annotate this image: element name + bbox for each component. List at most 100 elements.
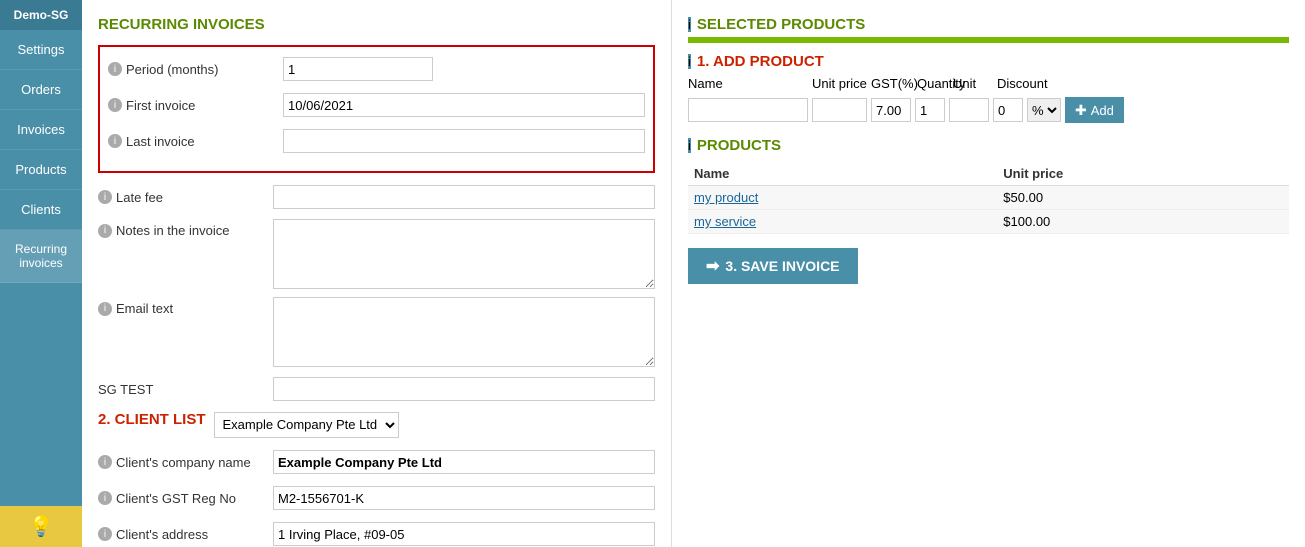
products-info-icon[interactable]: i: [688, 138, 691, 153]
save-invoice-label: 3. SAVE INVOICE: [725, 258, 839, 274]
sidebar-item-invoices[interactable]: Invoices: [0, 110, 82, 150]
client-gst-input[interactable]: [273, 486, 655, 510]
first-invoice-row: i First invoice: [108, 91, 645, 119]
products-header-row: i PRODUCTS: [688, 137, 1289, 154]
add-product-title: 1. ADD PRODUCT: [697, 53, 824, 70]
notes-row: i Notes in the invoice: [98, 219, 655, 289]
products-table: Name Unit price my product$50.00my servi…: [688, 162, 1289, 234]
product-link[interactable]: my product: [694, 190, 758, 205]
client-gst-label: i Client's GST Reg No: [98, 491, 273, 506]
add-product-section: i 1. ADD PRODUCT Name Unit price GST(%) …: [688, 53, 1289, 123]
last-invoice-info-icon[interactable]: i: [108, 134, 122, 148]
client-company-row: i Client's company name: [98, 448, 655, 476]
sg-test-row: SG TEST: [98, 375, 655, 403]
sg-test-input[interactable]: [273, 377, 655, 401]
email-text-row: i Email text: [98, 297, 655, 367]
period-input[interactable]: [283, 57, 433, 81]
late-fee-row: i Late fee: [98, 183, 655, 211]
product-link[interactable]: my service: [694, 214, 756, 229]
right-panel: i SELECTED PRODUCTS i 1. ADD PRODUCT Nam…: [672, 0, 1305, 547]
email-text-textarea[interactable]: [273, 297, 655, 367]
table-row: my service $100.00: [688, 210, 1289, 234]
first-invoice-info-icon[interactable]: i: [108, 98, 122, 112]
last-invoice-input[interactable]: [283, 129, 645, 153]
client-gst-row: i Client's GST Reg No: [98, 484, 655, 512]
table-row: my product $50.00: [688, 186, 1289, 210]
sidebar-item-orders[interactable]: Orders: [0, 70, 82, 110]
ap-discount-header: Discount: [997, 76, 1067, 91]
ap-name-header: Name: [688, 76, 808, 91]
selected-products-header: i SELECTED PRODUCTS: [688, 16, 1289, 33]
sidebar-item-products[interactable]: Products: [0, 150, 82, 190]
save-invoice-arrow-icon: ➡: [706, 256, 719, 276]
first-invoice-label: i First invoice: [108, 98, 283, 113]
sidebar-demo-label: Demo-SG: [0, 0, 82, 30]
ap-gst-header: GST(%): [871, 76, 913, 91]
col-name-header: Name: [688, 162, 997, 186]
recurring-box: i Period (months) i First invoice i Last…: [98, 45, 655, 173]
ap-discount-type-select[interactable]: % $: [1027, 98, 1061, 122]
ap-unit-header: Unit: [953, 76, 993, 91]
ap-price-input[interactable]: [812, 98, 867, 122]
late-fee-input[interactable]: [273, 185, 655, 209]
last-invoice-label: i Last invoice: [108, 134, 283, 149]
client-address-row: i Client's address: [98, 520, 655, 547]
ap-unitprice-header: Unit price: [812, 76, 867, 91]
products-section: i PRODUCTS Name Unit price my product $50…: [688, 137, 1289, 234]
sidebar-item-recurring[interactable]: Recurring invoices: [0, 230, 82, 283]
ap-unit-input[interactable]: [949, 98, 989, 122]
notes-info-icon[interactable]: i: [98, 224, 112, 238]
ap-name-input[interactable]: [688, 98, 808, 122]
first-invoice-input[interactable]: [283, 93, 645, 117]
add-product-button[interactable]: ✚ Add: [1065, 97, 1124, 123]
client-gst-info-icon[interactable]: i: [98, 491, 112, 505]
recurring-invoices-title: RECURRING INVOICES: [98, 16, 655, 33]
period-label: i Period (months): [108, 62, 283, 77]
selected-products-bar: [688, 37, 1289, 43]
product-name-cell[interactable]: my product: [688, 186, 997, 210]
add-product-headers: Name Unit price GST(%) Quantity Unit Dis…: [688, 76, 1289, 91]
ap-qty-input[interactable]: [915, 98, 945, 122]
product-price-cell: $50.00: [997, 186, 1289, 210]
email-text-info-icon[interactable]: i: [98, 302, 112, 316]
sidebar-item-settings[interactable]: Settings: [0, 30, 82, 70]
late-fee-info-icon[interactable]: i: [98, 190, 112, 204]
client-list-title: 2. CLIENT LIST: [98, 411, 206, 428]
period-info-icon[interactable]: i: [108, 62, 122, 76]
products-title: PRODUCTS: [697, 137, 781, 154]
client-company-label: i Client's company name: [98, 455, 273, 470]
client-company-info-icon[interactable]: i: [98, 455, 112, 469]
add-product-info-icon[interactable]: i: [688, 54, 691, 69]
client-list-select[interactable]: Example Company Pte Ltd: [214, 412, 399, 438]
col-unitprice-header: Unit price: [997, 162, 1289, 186]
product-price-cell: $100.00: [997, 210, 1289, 234]
client-address-label: i Client's address: [98, 527, 273, 542]
period-row: i Period (months): [108, 55, 645, 83]
notes-textarea[interactable]: [273, 219, 655, 289]
save-invoice-button[interactable]: ➡ 3. SAVE INVOICE: [688, 248, 858, 284]
client-company-input[interactable]: [273, 450, 655, 474]
ap-discount-input[interactable]: [993, 98, 1023, 122]
ap-gst-input[interactable]: [871, 98, 911, 122]
add-plus-icon: ✚: [1075, 102, 1087, 119]
client-address-info-icon[interactable]: i: [98, 527, 112, 541]
sidebar: Demo-SG Settings Orders Invoices Product…: [0, 0, 82, 547]
selected-products-title: SELECTED PRODUCTS: [697, 16, 865, 33]
late-fee-label: i Late fee: [98, 190, 273, 205]
add-product-header-row: i 1. ADD PRODUCT: [688, 53, 1289, 70]
sg-test-label: SG TEST: [98, 382, 273, 397]
selected-products-info-icon[interactable]: i: [688, 17, 691, 32]
left-panel: RECURRING INVOICES i Period (months) i F…: [82, 0, 672, 547]
email-text-label: i Email text: [98, 297, 273, 316]
ap-qty-header: Quantity: [917, 76, 949, 91]
add-button-label: Add: [1091, 103, 1114, 118]
sidebar-item-clients[interactable]: Clients: [0, 190, 82, 230]
sidebar-bottom-icon: 💡: [0, 506, 82, 547]
product-name-cell[interactable]: my service: [688, 210, 997, 234]
last-invoice-row: i Last invoice: [108, 127, 645, 155]
notes-label: i Notes in the invoice: [98, 219, 273, 238]
add-product-form: % $ ✚ Add: [688, 97, 1289, 123]
client-list-row: 2. CLIENT LIST Example Company Pte Ltd: [98, 411, 655, 438]
main-content: RECURRING INVOICES i Period (months) i F…: [82, 0, 1305, 547]
client-address-input[interactable]: [273, 522, 655, 546]
